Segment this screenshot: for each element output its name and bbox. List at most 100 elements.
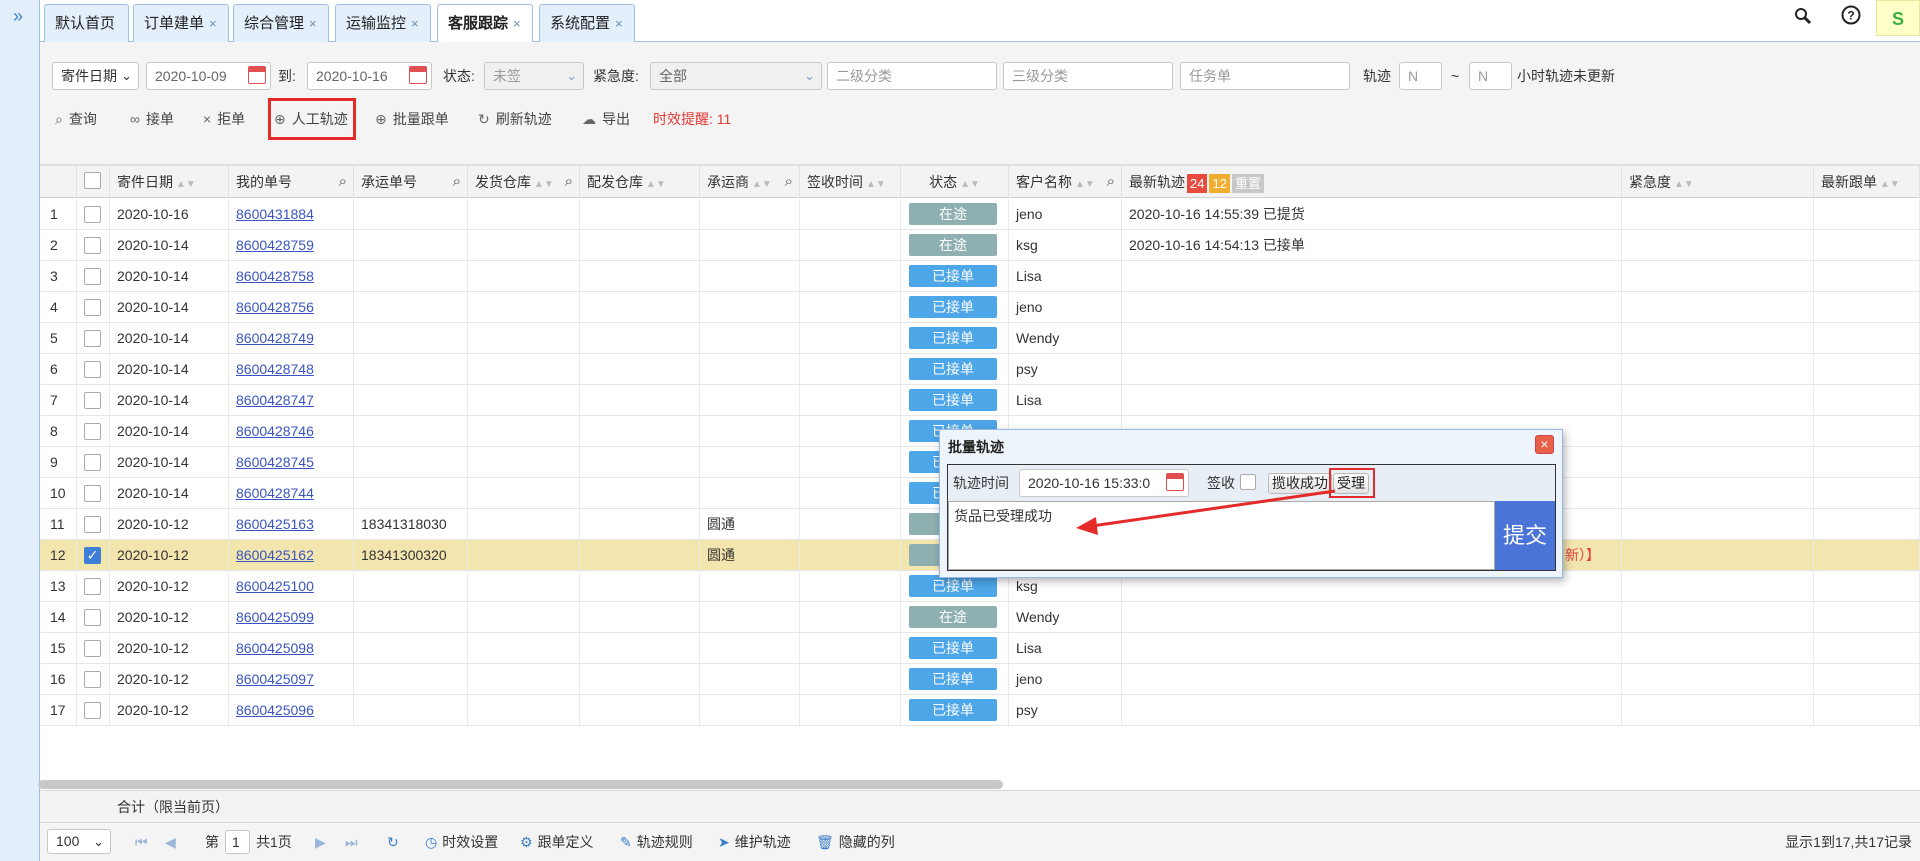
row-checkbox[interactable] bbox=[84, 485, 101, 502]
row-checkbox[interactable] bbox=[84, 454, 101, 471]
table-row[interactable]: 2 2020-10-14 8600428759 在途 ksg 2020-10-16 14:… bbox=[40, 230, 1920, 261]
row-checkbox[interactable] bbox=[84, 702, 101, 719]
col-sign-time[interactable]: 签收时间 ▲▼ bbox=[800, 166, 901, 198]
row-checkbox[interactable]: ✓ bbox=[84, 547, 101, 564]
order-number-link[interactable]: 8600428758 bbox=[236, 268, 314, 284]
row-checkbox[interactable] bbox=[84, 609, 101, 626]
timeliness-settings-button[interactable]: ◷ 时效设置 bbox=[425, 823, 498, 861]
reject-button[interactable]: × 拒单 bbox=[203, 104, 245, 134]
page-number-input[interactable]: 1 bbox=[225, 830, 250, 854]
row-checkbox[interactable] bbox=[84, 237, 101, 254]
order-number-link[interactable]: 8600428746 bbox=[236, 423, 314, 439]
expand-sidebar-icon[interactable]: » bbox=[13, 6, 23, 27]
order-number-link[interactable]: 8600428756 bbox=[236, 299, 314, 315]
last-page-icon[interactable]: ⏭ bbox=[345, 823, 358, 861]
refresh-track-button[interactable]: ↻ 刷新轨迹 bbox=[478, 104, 552, 134]
cat3-input[interactable]: 三级分类 bbox=[1003, 62, 1173, 90]
order-number-link[interactable]: 8600428759 bbox=[236, 237, 314, 253]
close-icon[interactable]: × bbox=[615, 16, 623, 31]
table-row[interactable]: 4 2020-10-14 8600428756 已接单 jeno bbox=[40, 292, 1920, 323]
order-number-link[interactable]: 8600428747 bbox=[236, 392, 314, 408]
refresh-icon[interactable]: ↻ bbox=[387, 823, 399, 861]
date-type-select[interactable]: 寄件日期 ⌄ bbox=[52, 62, 139, 90]
search-icon[interactable] bbox=[1787, 3, 1819, 35]
sign-checkbox[interactable] bbox=[1240, 474, 1256, 490]
col-carrier-no[interactable]: 承运单号 ⌕ bbox=[354, 166, 468, 198]
cat2-input[interactable]: 二级分类 bbox=[827, 62, 997, 90]
col-carrier[interactable]: 承运商 ▲▼ ⌕ bbox=[700, 166, 800, 198]
export-button[interactable]: ☁ 导出 bbox=[582, 104, 630, 134]
search-icon[interactable]: ⌕ bbox=[565, 166, 573, 198]
maintain-track-button[interactable]: ➤ 维护轨迹 bbox=[718, 823, 791, 861]
date-to-input[interactable]: 2020-10-16 bbox=[307, 62, 432, 90]
order-number-link[interactable]: 8600425099 bbox=[236, 609, 314, 625]
row-checkbox[interactable] bbox=[84, 361, 101, 378]
select-all-checkbox[interactable] bbox=[84, 172, 101, 189]
tab-customer-follow[interactable]: 客服跟踪 × bbox=[437, 4, 533, 43]
hidden-columns-button[interactable]: 🗑 隐藏的列 bbox=[816, 823, 895, 861]
row-checkbox[interactable] bbox=[84, 299, 101, 316]
calendar-icon[interactable] bbox=[248, 66, 266, 84]
tab-home[interactable]: 默认首页 bbox=[44, 4, 129, 42]
track-from-input[interactable]: N bbox=[1399, 62, 1442, 90]
order-number-link[interactable]: 8600425097 bbox=[236, 671, 314, 687]
close-icon[interactable]: × bbox=[411, 16, 419, 31]
track-text-area[interactable]: 货品已受理成功 bbox=[948, 501, 1495, 570]
col-customer[interactable]: 客户名称 ▲▼ ⌕ bbox=[1009, 166, 1122, 198]
row-checkbox[interactable] bbox=[84, 516, 101, 533]
row-checkbox[interactable] bbox=[84, 206, 101, 223]
table-row[interactable]: 15 2020-10-12 8600425098 已接单 Lisa bbox=[40, 633, 1920, 664]
query-button[interactable]: ⌕ 查询 bbox=[55, 104, 97, 134]
track-to-input[interactable]: N bbox=[1469, 62, 1512, 90]
close-icon[interactable]: × bbox=[309, 16, 317, 31]
next-page-icon[interactable]: ▶ bbox=[315, 823, 326, 861]
track-rules-button[interactable]: ✎ 轨迹规则 bbox=[620, 823, 693, 861]
order-number-link[interactable]: 8600428744 bbox=[236, 485, 314, 501]
col-ship-date[interactable]: 寄件日期 ▲▼ bbox=[110, 166, 229, 198]
reset-badge[interactable]: 重置 bbox=[1231, 173, 1264, 193]
order-number-link[interactable]: 8600425098 bbox=[236, 640, 314, 656]
order-number-link[interactable]: 8600425163 bbox=[236, 516, 314, 532]
tab-order-create[interactable]: 订单建单 × bbox=[133, 4, 229, 42]
row-checkbox[interactable] bbox=[84, 578, 101, 595]
search-icon[interactable]: ⌕ bbox=[339, 166, 347, 198]
track-time-input[interactable]: 2020-10-16 15:33:0 bbox=[1019, 469, 1189, 497]
col-dist-wh[interactable]: 配发仓库 ▲▼ bbox=[580, 166, 700, 198]
table-row[interactable]: 3 2020-10-14 8600428758 已接单 Lisa bbox=[40, 261, 1920, 292]
row-checkbox[interactable] bbox=[84, 392, 101, 409]
theme-switch-icon[interactable]: S bbox=[1876, 0, 1920, 36]
page-size-select[interactable]: 100 ⌄ bbox=[47, 829, 111, 854]
table-row[interactable]: 16 2020-10-12 8600425097 已接单 jeno bbox=[40, 664, 1920, 695]
table-row[interactable]: 14 2020-10-12 8600425099 在途 Wendy bbox=[40, 602, 1920, 633]
follow-definition-button[interactable]: ⚙ 跟单定义 bbox=[520, 823, 594, 861]
close-icon[interactable]: × bbox=[209, 16, 217, 31]
close-icon[interactable]: × bbox=[1535, 435, 1554, 454]
search-icon[interactable]: ⌕ bbox=[1107, 166, 1115, 198]
timeliness-alert[interactable]: 时效提醒: 11 bbox=[653, 104, 731, 134]
order-number-link[interactable]: 8600428745 bbox=[236, 454, 314, 470]
task-input[interactable]: 任务单 bbox=[1180, 62, 1350, 90]
horizontal-scrollbar[interactable] bbox=[38, 780, 1003, 789]
table-row[interactable]: 17 2020-10-12 8600425096 已接单 psy bbox=[40, 695, 1920, 726]
table-row[interactable]: 6 2020-10-14 8600428748 已接单 psy bbox=[40, 354, 1920, 385]
order-number-link[interactable]: 8600425100 bbox=[236, 578, 314, 594]
pickup-success-button[interactable]: 揽收成功 bbox=[1268, 473, 1332, 494]
batch-follow-button[interactable]: ⊕ 批量跟单 bbox=[375, 104, 449, 134]
prev-page-icon[interactable]: ◀ bbox=[165, 823, 176, 861]
row-checkbox[interactable] bbox=[84, 268, 101, 285]
date-from-input[interactable]: 2020-10-09 bbox=[146, 62, 271, 90]
row-checkbox[interactable] bbox=[84, 671, 101, 688]
table-row[interactable]: 1 2020-10-16 8600431884 在途 jeno 2020-10-16 14… bbox=[40, 199, 1920, 230]
col-latest-follow[interactable]: 最新跟单 ▲▼ bbox=[1814, 166, 1920, 198]
col-latest-track[interactable]: 最新轨迹 24 12 重置 bbox=[1122, 166, 1622, 198]
calendar-icon[interactable] bbox=[1166, 473, 1184, 491]
col-ship-wh[interactable]: 发货仓库 ▲▼ ⌕ bbox=[468, 166, 580, 198]
tab-system-config[interactable]: 系统配置 × bbox=[539, 4, 635, 42]
row-checkbox[interactable] bbox=[84, 640, 101, 657]
table-row[interactable]: 7 2020-10-14 8600428747 已接单 Lisa bbox=[40, 385, 1920, 416]
submit-button[interactable]: 提交 bbox=[1495, 501, 1555, 570]
order-number-link[interactable]: 8600425096 bbox=[236, 702, 314, 718]
urgency-select[interactable]: 全部 ⌄ bbox=[650, 62, 822, 90]
help-icon[interactable]: ? bbox=[1835, 3, 1867, 35]
row-checkbox[interactable] bbox=[84, 330, 101, 347]
